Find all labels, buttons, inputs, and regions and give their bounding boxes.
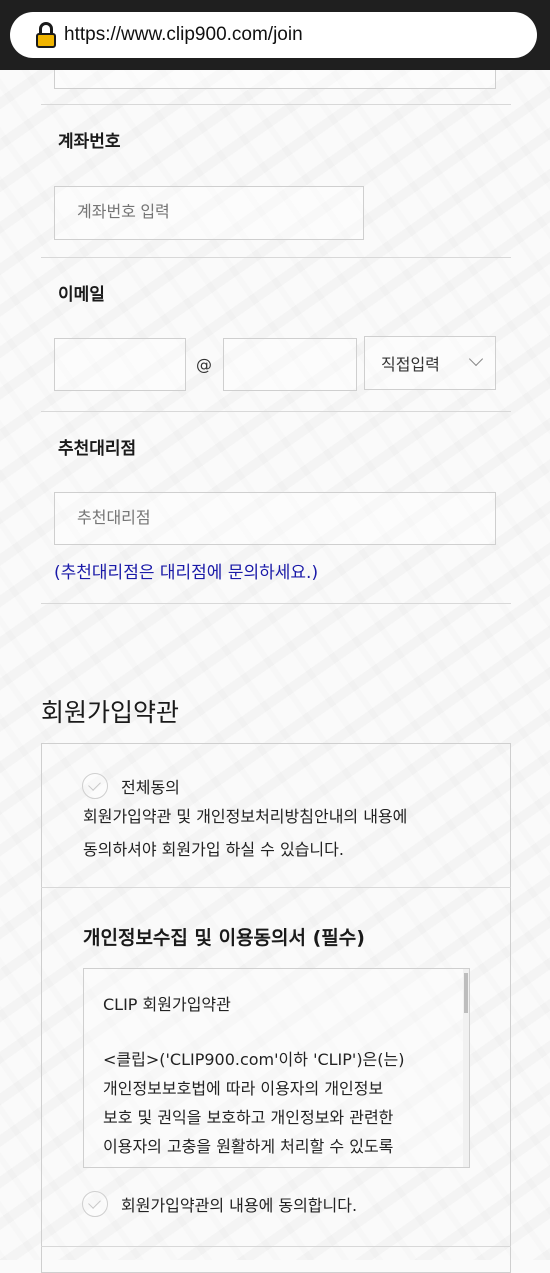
terms-line: 보호 및 권익을 보호하고 개인정보와 관련한	[103, 1108, 394, 1127]
chevron-down-icon	[468, 351, 484, 367]
agree-all-desc-line2: 동의하셔야 회원가입 하실 수 있습니다.	[83, 840, 344, 859]
scrollbar-thumb[interactable]	[464, 973, 468, 1013]
terms-line: 이용자의 고충을 원활하게 처리할 수 있도록	[103, 1137, 394, 1156]
divider	[41, 257, 511, 258]
email-domain-select-value: 직접입력	[381, 355, 440, 374]
join-form-page: 계좌번호 이메일 @ 직접입력 추천대리점 (추천대리점은 대리점에 문의하세요…	[0, 0, 550, 1273]
email-domain-input[interactable]	[223, 338, 357, 391]
terms-line: 개인정보보호법에 따라 이용자의 개인정보	[103, 1079, 384, 1098]
terms-section-title: 회원가입약관	[41, 698, 180, 727]
account-number-input[interactable]	[54, 186, 364, 240]
privacy-agree-checkbox[interactable]	[82, 1191, 108, 1217]
terms-line: <클립>('CLIP900.com'이하 'CLIP')은(는)	[103, 1050, 405, 1069]
divider	[41, 411, 511, 412]
email-domain-select[interactable]: 직접입력	[364, 336, 496, 390]
email-id-input[interactable]	[54, 338, 186, 391]
terms-box-title: CLIP 회원가입약관	[103, 995, 231, 1014]
terms-scroll-box[interactable]: CLIP 회원가입약관 <클립>('CLIP900.com'이하 'CLIP')…	[83, 968, 470, 1168]
url-text[interactable]: https://www.clip900.com/join	[64, 24, 303, 46]
agree-all-label[interactable]: 전체동의	[121, 774, 180, 798]
account-label: 계좌번호	[58, 132, 121, 152]
referrer-input[interactable]	[54, 492, 496, 545]
referrer-label: 추천대리점	[58, 439, 137, 459]
referrer-note: (추천대리점은 대리점에 문의하세요.)	[54, 563, 319, 583]
divider	[41, 603, 511, 604]
scrollbar[interactable]	[463, 969, 469, 1167]
email-label: 이메일	[58, 285, 105, 305]
divider	[41, 1246, 511, 1247]
at-sign: @	[196, 355, 212, 374]
browser-toolbar: https://www.clip900.com/join	[0, 0, 550, 70]
agree-all-desc-line1: 회원가입약관 및 개인정보처리방침안내의 내용에	[83, 807, 408, 826]
lock-icon	[36, 22, 56, 48]
agree-all-checkbox[interactable]	[82, 773, 108, 799]
privacy-consent-title: 개인정보수집 및 이용동의서 (필수)	[83, 927, 365, 949]
address-bar[interactable]: https://www.clip900.com/join	[10, 12, 537, 58]
terms-box-body: <클립>('CLIP900.com'이하 'CLIP')은(는) 개인정보보호법…	[103, 1045, 443, 1161]
privacy-agree-label[interactable]: 회원가입약관의 내용에 동의합니다.	[121, 1192, 357, 1216]
divider	[41, 887, 511, 888]
divider	[41, 104, 511, 105]
